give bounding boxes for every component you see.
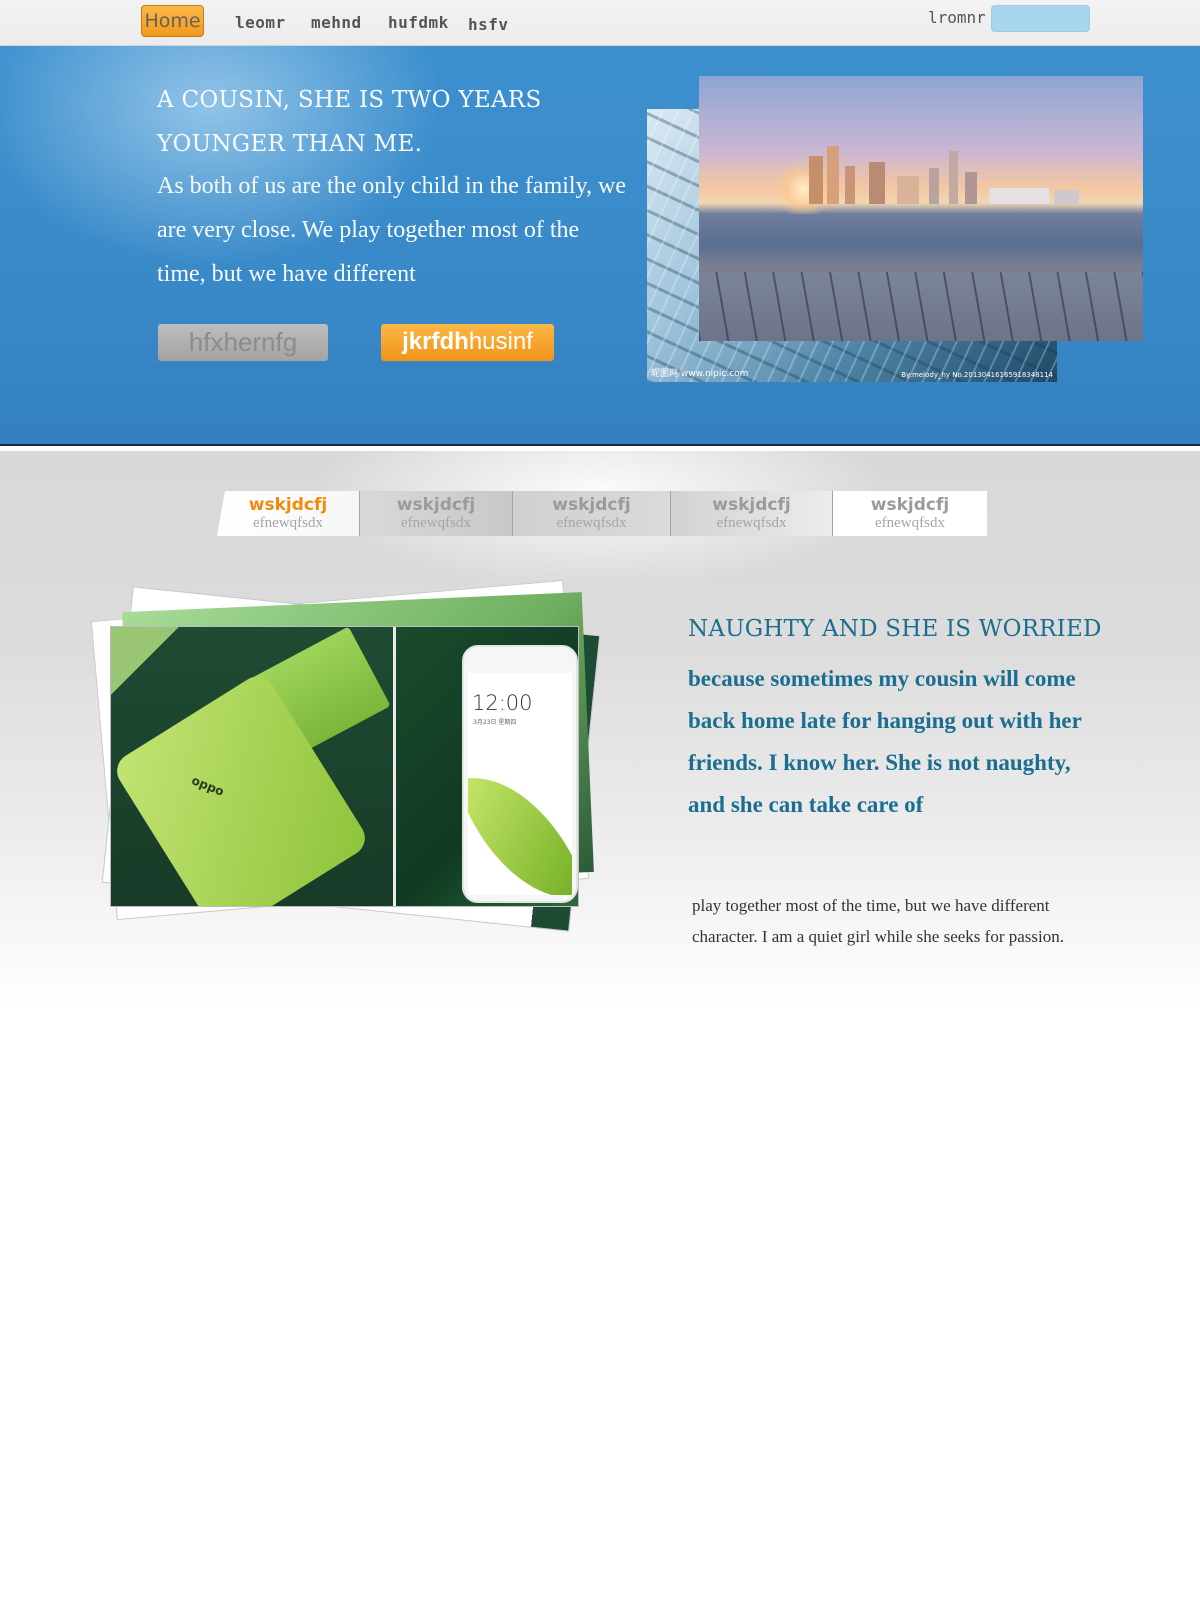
nav-home-button[interactable]: Home [141,5,204,37]
tab-title: wskjdcfj [552,495,631,515]
tab-3[interactable]: wskjdcfj efnewqfsdx [513,491,671,536]
nav-link-hsfv[interactable]: hsfv [468,15,509,34]
nav-search-input[interactable] [991,5,1090,32]
nav-right-label[interactable]: lromnr [928,8,986,27]
product-photo-right-panel: 12:00 3月23日 星期四 [396,627,578,906]
phone-clock: 12:00 [472,691,533,715]
feature-tabs: wskjdcfj efnewqfsdx wskjdcfj efnewqfsdx … [217,491,987,536]
tab-subtitle: efnewqfsdx [875,515,945,531]
nav-link-mehnd[interactable]: mehnd [311,13,362,32]
product-photo-left-panel: oppo [111,627,393,906]
skyline-buildings [779,146,1079,204]
leaf-wallpaper [468,752,572,895]
tab-4[interactable]: wskjdcfj efnewqfsdx [671,491,833,536]
product-photo: oppo 12:00 3月23日 星期四 [110,626,579,907]
image-watermark-left: 昵图网 www.nipic.com [651,369,749,379]
tab-2[interactable]: wskjdcfj efnewqfsdx [360,491,513,536]
hero-body-text: As both of us are the only child in the … [157,173,627,287]
hero-primary-button-bold: jkrfdh [402,328,469,355]
hero-primary-button-rest: husinf [468,328,533,355]
tab-title: wskjdcfj [396,495,476,515]
feature-small-text: play together most of the time, but we h… [692,896,1064,946]
tab-5[interactable]: wskjdcfj efnewqfsdx [833,491,987,536]
tab-title: wskjdcfj [870,495,950,515]
tab-subtitle: efnewqfsdx [556,515,627,531]
tab-subtitle: efnewqfsdx [253,515,323,531]
tab-subtitle: efnewqfsdx [716,515,787,531]
white-phone-front: 12:00 3月23日 星期四 [462,645,578,903]
nav-link-hufdmk[interactable]: hufdmk [388,13,449,32]
wooden-deck [699,272,1143,341]
top-nav-bar: Home leomr mehnd hufdmk hsfv lromnr [0,0,1200,46]
tab-title: wskjdcfj [712,495,791,515]
hero-image-city-skyline [699,76,1143,341]
hero-heading: A COUSIN, SHE IS TWO YEARS YOUNGER THAN … [157,78,627,166]
hero-heading-line1: A COUSIN, SHE IS TWO YEARS [157,87,542,113]
image-watermark-right: By:melody_hy No.20130416165918348114 [901,371,1053,379]
feature-body-text: because sometimes my cousin will come ba… [688,666,1082,817]
nav-link-leomr[interactable]: leomr [235,13,286,32]
hero-banner: A COUSIN, SHE IS TWO YEARS YOUNGER THAN … [0,46,1200,446]
tab-1[interactable]: wskjdcfj efnewqfsdx [217,491,360,536]
tab-title: wskjdcfj [248,495,328,515]
hero-secondary-button[interactable]: hfxhernfg [158,324,328,361]
phone-screen: 12:00 3月23日 星期四 [468,673,572,895]
tab-subtitle: efnewqfsdx [401,515,471,531]
hero-heading-line2: YOUNGER THAN ME. [157,131,423,157]
hero-primary-button[interactable]: jkrfdhhusinf [381,324,554,361]
phone-date: 3月23日 星期四 [473,719,517,726]
feature-heading: NAUGHTY AND SHE IS WORRIED [688,616,1102,642]
